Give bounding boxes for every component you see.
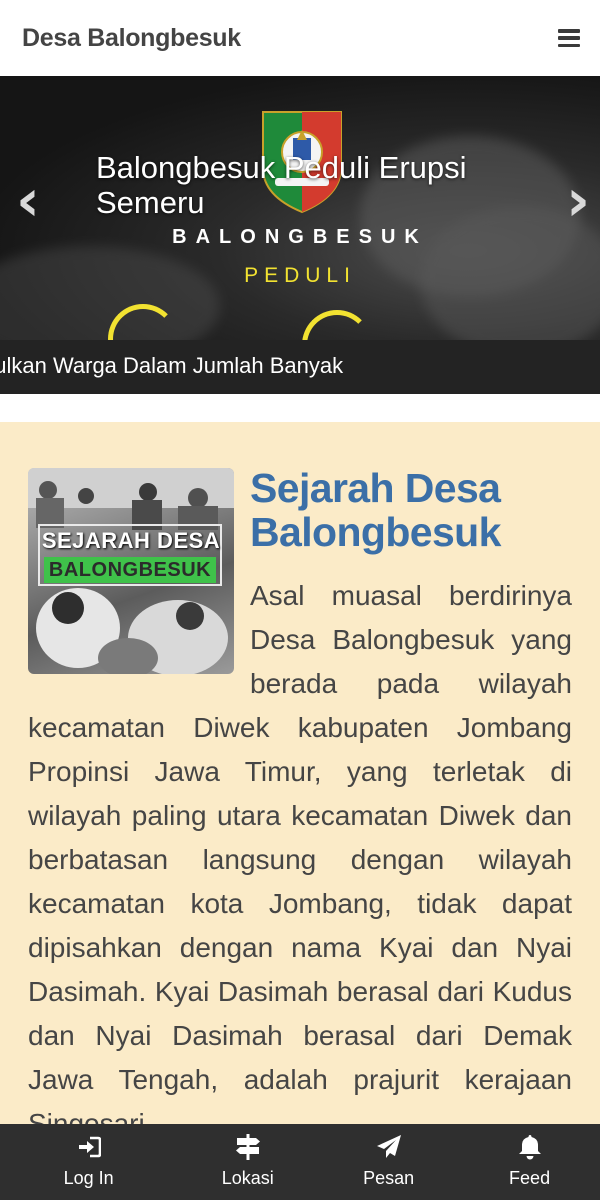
top-navbar: Desa Balongbesuk: [0, 0, 600, 76]
chevron-right-icon[interactable]: ›: [566, 171, 590, 229]
bottom-navigation: Log In Lokasi Pesan Feed: [0, 1124, 600, 1200]
hamburger-menu-icon[interactable]: [558, 29, 580, 47]
nav-login[interactable]: Log In: [0, 1124, 177, 1200]
nav-pesan[interactable]: Pesan: [318, 1124, 459, 1200]
chevron-left-icon[interactable]: ‹: [16, 171, 40, 229]
nav-lokasi[interactable]: Lokasi: [177, 1124, 318, 1200]
paper-plane-icon: [374, 1132, 404, 1162]
bell-icon: [515, 1132, 545, 1162]
thumbnail-title: SEJARAH DESA: [41, 528, 221, 553]
news-ticker[interactable]: pulkan Warga Dalam Jumlah Banyak: [0, 340, 600, 394]
sign-in-icon: [74, 1132, 104, 1162]
nav-feed[interactable]: Feed: [459, 1124, 600, 1200]
nav-pesan-label: Pesan: [363, 1168, 415, 1188]
news-carousel[interactable]: Balongbesuk Peduli Erupsi Semeru BALONGB…: [0, 76, 600, 394]
nav-login-label: Log In: [63, 1168, 114, 1188]
slide-caption: Balongbesuk Peduli Erupsi Semeru: [96, 150, 467, 220]
ticker-text[interactable]: pulkan Warga Dalam Jumlah Banyak: [0, 353, 343, 379]
nav-feed-label: Feed: [509, 1168, 551, 1188]
signpost-icon: [233, 1132, 263, 1162]
slide-overlay-word: PEDULI: [244, 264, 356, 287]
site-title[interactable]: Desa Balongbesuk: [22, 24, 241, 53]
nav-lokasi-label: Lokasi: [221, 1168, 274, 1188]
article-section: SEJARAH DESA BALONGBESUK Sejarah Desa Ba…: [0, 422, 600, 1142]
article-thumbnail[interactable]: SEJARAH DESA BALONGBESUK: [28, 468, 234, 674]
slide-overlay-word: BALONGBESUK: [172, 226, 428, 248]
thumbnail-subtitle: BALONGBESUK: [44, 557, 216, 583]
